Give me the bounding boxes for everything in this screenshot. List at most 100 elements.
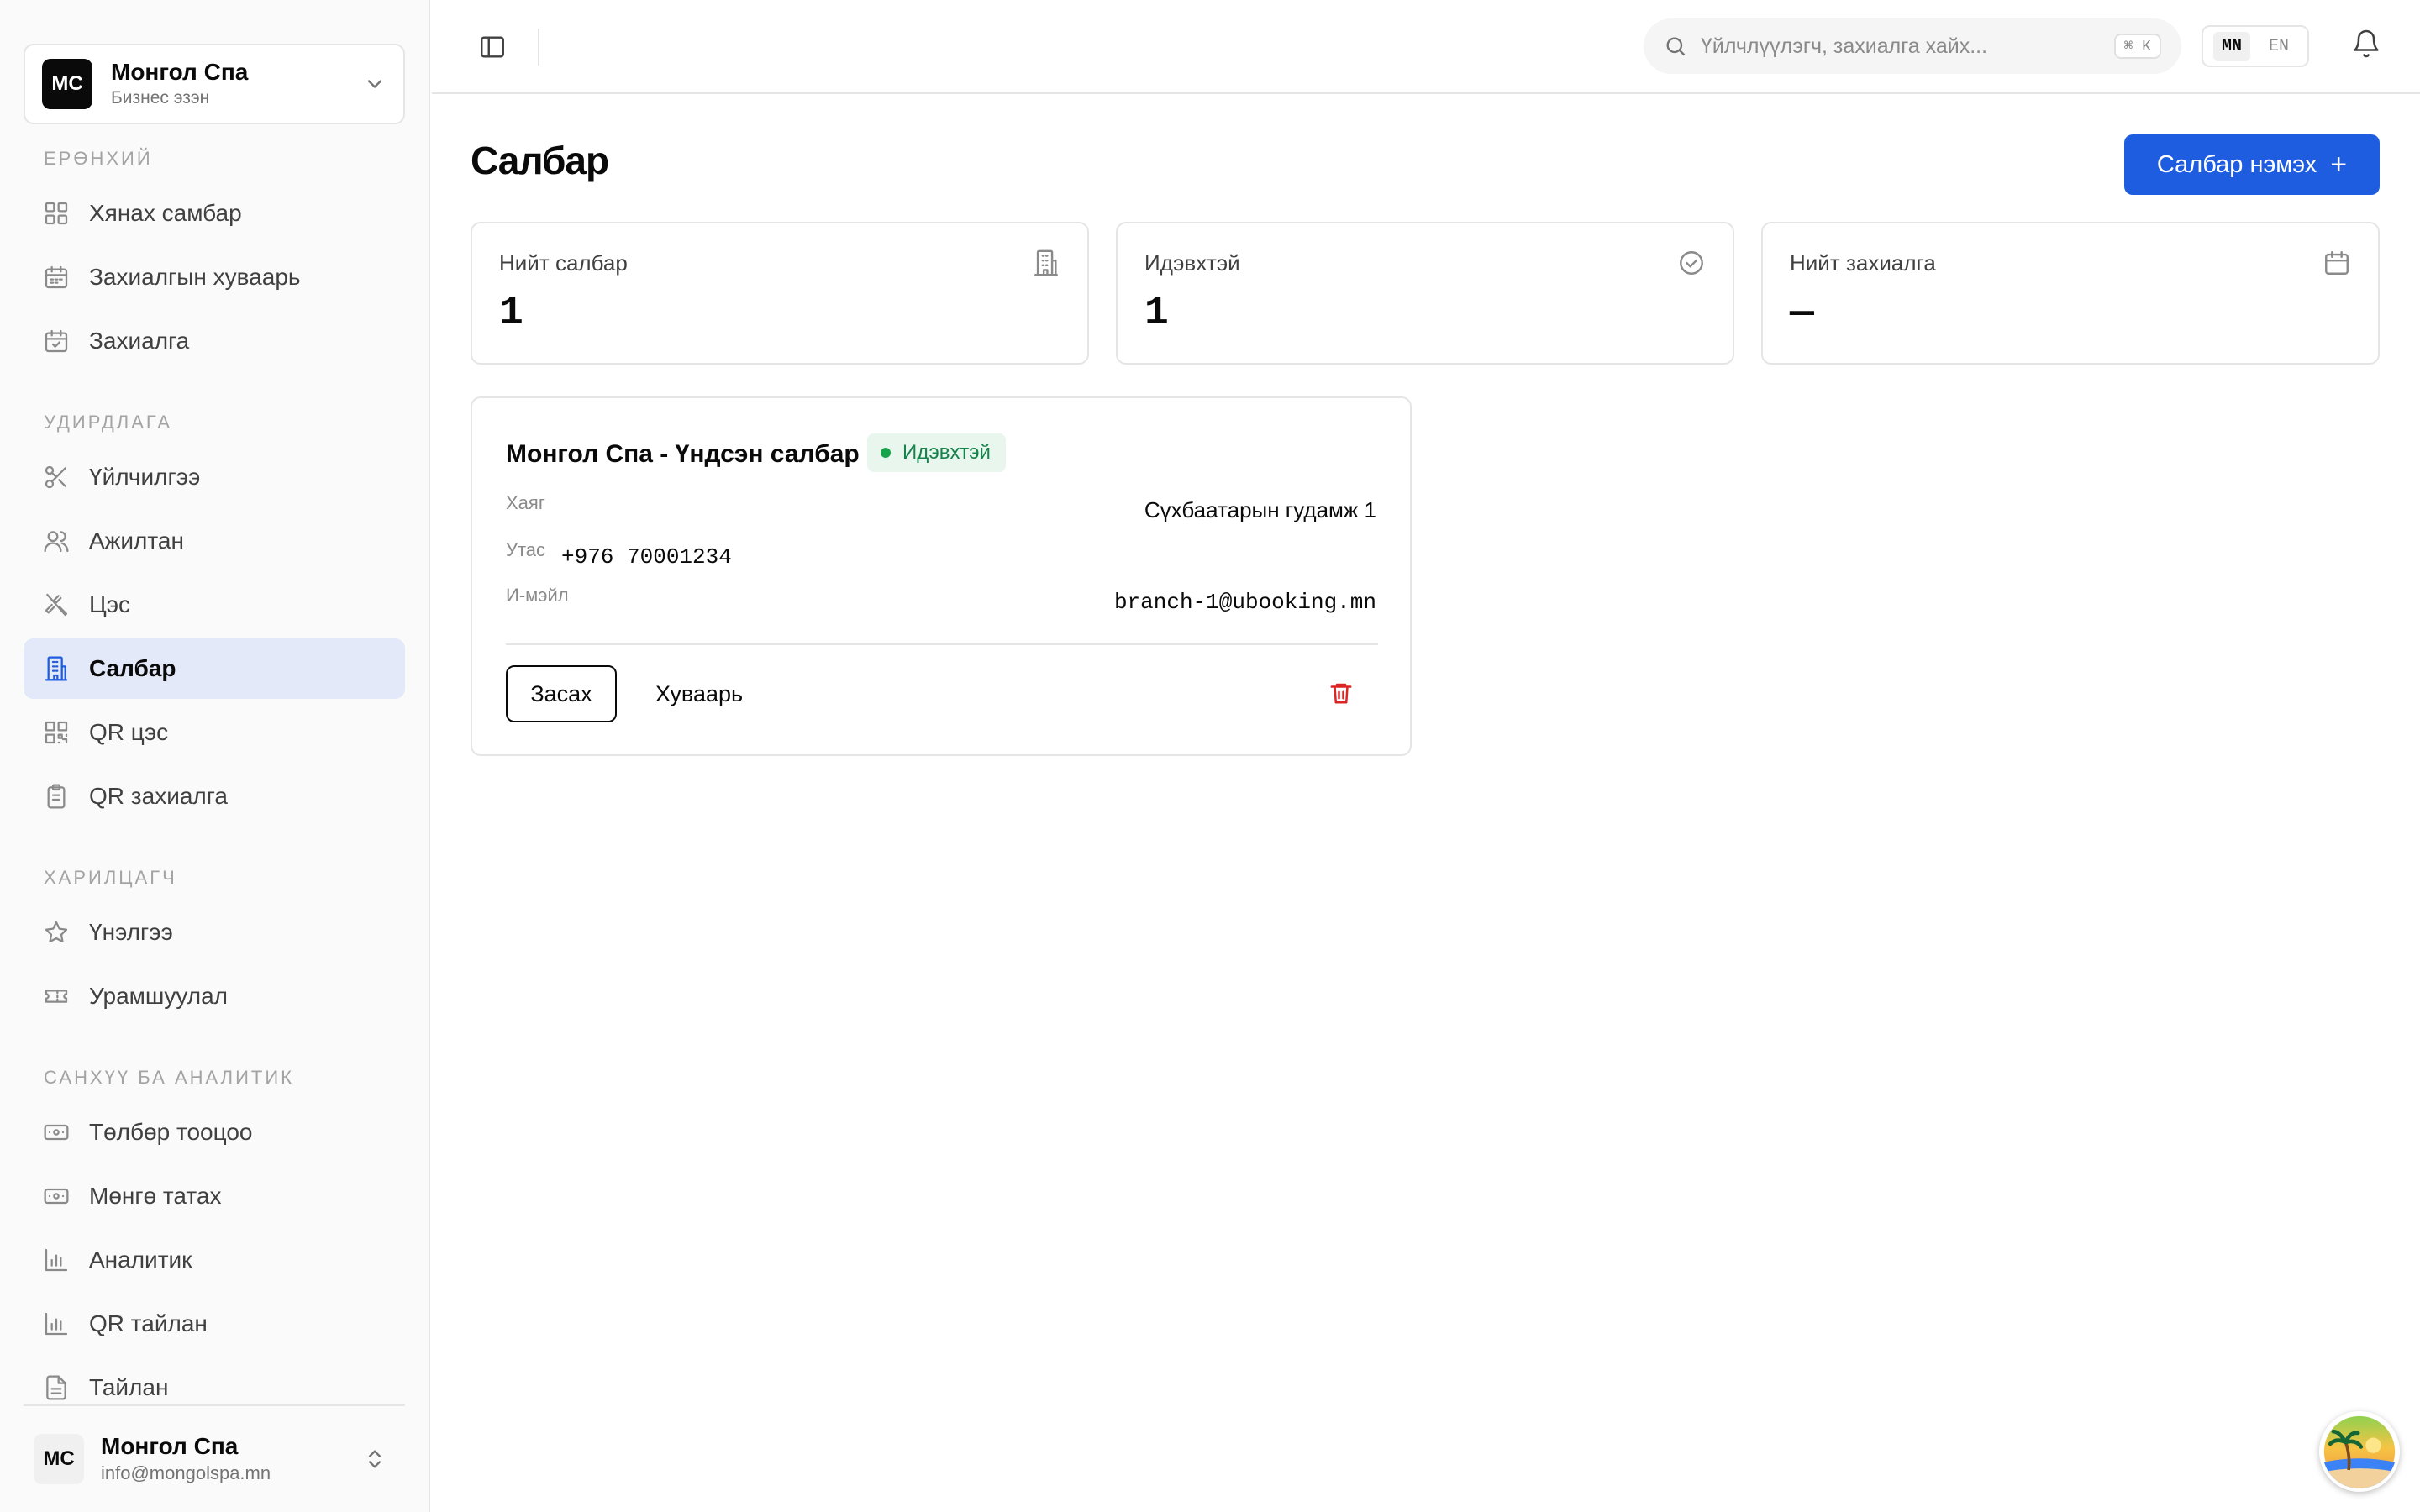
stat-card-total-branches: Нийт салбар 1: [471, 222, 1089, 365]
sidebar-item-label: Захиалга: [89, 328, 190, 354]
sidebar-item-label: QR захиалга: [89, 783, 228, 809]
stat-card-total-bookings: Нийт захиалга —: [1761, 222, 2380, 365]
sidebar-item-analytics[interactable]: Аналитик: [24, 1230, 405, 1290]
ticket-icon: [42, 982, 71, 1011]
org-name: Монгол Спа: [111, 59, 249, 85]
sidebar-item-services[interactable]: Үйлчилгээ: [24, 447, 405, 507]
user-avatar: MC: [34, 1434, 84, 1484]
chevrons-up-down-icon: [369, 1450, 381, 1468]
sidebar-item-label: Хянах самбар: [89, 200, 242, 226]
trash-icon: [1330, 683, 1352, 703]
page-title: Салбар: [471, 139, 609, 182]
panel-left-icon: [481, 36, 504, 58]
section-label-customer: ХАРИЛЦАГЧ: [44, 867, 177, 888]
qr-code-icon: [42, 718, 71, 747]
branch-card: Монгол Спа - Үндсэн салбар Идэвхтэй Хаяг…: [471, 396, 1412, 756]
edit-button[interactable]: Засах: [506, 665, 617, 722]
org-switcher[interactable]: MC Монгол Спа Бизнес эзэн: [24, 44, 405, 124]
sidebar-item-label: Цэс: [89, 591, 130, 617]
stat-label: Идэвхтэй: [1144, 250, 1240, 276]
add-branch-button[interactable]: Салбар нэмэх +: [2124, 134, 2380, 195]
address-value: Сүхбаатарын гудамж 1: [1144, 497, 1376, 522]
add-branch-label: Салбар нэмэх: [2156, 150, 2317, 178]
sidebar-item-qr-report[interactable]: QR тайлан: [24, 1294, 405, 1354]
email-label: И-мэйл: [506, 585, 569, 606]
phone-label: Утас: [506, 539, 546, 560]
status-dot-icon: [881, 448, 891, 458]
sidebar-item-label: Аналитик: [89, 1247, 192, 1273]
chevron-down-icon: [367, 80, 382, 88]
sidebar-item-label: QR цэс: [89, 719, 169, 745]
lang-en-button[interactable]: EN: [2260, 32, 2297, 61]
users-icon: [42, 527, 71, 555]
sidebar: MC Монгол Спа Бизнес эзэн ЕРӨНХИЙ Хянах …: [0, 0, 430, 1512]
sidebar-item-dashboard[interactable]: Хянах самбар: [24, 183, 405, 244]
stat-card-active: Идэвхтэй 1: [1116, 222, 1734, 365]
sidebar-item-promotions[interactable]: Урамшуулал: [24, 966, 405, 1026]
delete-button[interactable]: [1326, 679, 1356, 709]
clipboard-icon: [42, 782, 71, 811]
search-input[interactable]: [1701, 34, 2114, 59]
stat-label: Нийт захиалга: [1790, 250, 1936, 276]
sidebar-item-reviews[interactable]: Үнэлгээ: [24, 902, 405, 963]
sidebar-item-menu[interactable]: Цэс: [24, 575, 405, 635]
section-label-general: ЕРӨНХИЙ: [44, 148, 153, 169]
plus-icon: +: [2330, 148, 2348, 181]
sidebar-item-label: Ажилтан: [89, 528, 184, 554]
sidebar-item-bookings[interactable]: Захиалга: [24, 311, 405, 371]
section-label-finance: САНХҮҮ БА АНАЛИТИК: [44, 1067, 294, 1088]
banknote-icon: [42, 1182, 71, 1210]
sidebar-toggle-button[interactable]: [474, 29, 511, 66]
org-avatar: MC: [42, 59, 92, 109]
calendar-icon: [2323, 249, 2353, 279]
sidebar-item-withdrawals[interactable]: Мөнгө татах: [24, 1166, 405, 1226]
sidebar-item-payments[interactable]: Төлбөр тооцоо: [24, 1102, 405, 1163]
sidebar-item-label: Үйлчилгээ: [89, 464, 201, 490]
sidebar-item-branches[interactable]: Салбар: [24, 638, 405, 699]
email-value: branch-1@ubooking.mn: [1113, 590, 1376, 615]
calendar-icon: [42, 263, 71, 291]
branch-name: Монгол Спа - Үндсэн салбар: [506, 440, 860, 468]
stat-value: 1: [1144, 291, 1169, 336]
phone-value: +976 70001234: [561, 544, 732, 570]
file-text-icon: [42, 1373, 71, 1402]
notifications-button[interactable]: [2351, 29, 2385, 62]
stat-label: Нийт салбар: [499, 250, 628, 276]
search-box[interactable]: ⌘ K: [1644, 18, 2181, 74]
user-email: info@mongolspa.mn: [101, 1462, 271, 1483]
calendar-check-icon: [42, 327, 71, 355]
stat-value: —: [1790, 291, 1814, 336]
user-menu[interactable]: MC Монгол Спа info@mongolspa.mn: [24, 1404, 405, 1512]
sidebar-item-label: Захиалгын хуваарь: [89, 264, 301, 290]
utensils-icon: [42, 591, 71, 619]
check-circle-icon: [1677, 249, 1707, 279]
card-divider: [506, 643, 1378, 645]
stat-value: 1: [499, 291, 523, 336]
palm-beach-icon: [2323, 1415, 2396, 1488]
building-icon: [42, 654, 71, 683]
sidebar-item-label: Мөнгө татах: [89, 1183, 222, 1209]
sidebar-item-staff[interactable]: Ажилтан: [24, 511, 405, 571]
sidebar-item-qr-menu[interactable]: QR цэс: [24, 702, 405, 763]
star-icon: [42, 918, 71, 947]
sidebar-item-label: Үнэлгээ: [89, 919, 173, 945]
sidebar-item-label: Тайлан: [89, 1374, 169, 1400]
assistant-bubble[interactable]: [2319, 1411, 2400, 1492]
banknote-icon: [42, 1118, 71, 1147]
lang-mn-button[interactable]: MN: [2212, 31, 2250, 61]
sidebar-item-label: Төлбөр тооцоо: [89, 1119, 253, 1145]
topbar-divider: [538, 29, 539, 66]
dashboard-icon: [42, 199, 71, 228]
schedule-button[interactable]: Хуваарь: [645, 665, 753, 722]
sidebar-item-label: QR тайлан: [89, 1310, 208, 1336]
bar-chart-icon: [42, 1310, 71, 1338]
user-name: Монгол Спа: [101, 1433, 239, 1459]
scissors-icon: [42, 463, 71, 491]
topbar: ⌘ K MN EN: [432, 0, 2420, 94]
status-badge: Идэвхтэй: [867, 433, 1006, 472]
search-shortcut-badge: ⌘ K: [2113, 34, 2161, 59]
language-switcher[interactable]: MN EN: [2202, 25, 2309, 67]
search-icon: [1666, 37, 1686, 56]
sidebar-item-qr-orders[interactable]: QR захиалга: [24, 766, 405, 827]
sidebar-item-booking-schedule[interactable]: Захиалгын хуваарь: [24, 247, 405, 307]
